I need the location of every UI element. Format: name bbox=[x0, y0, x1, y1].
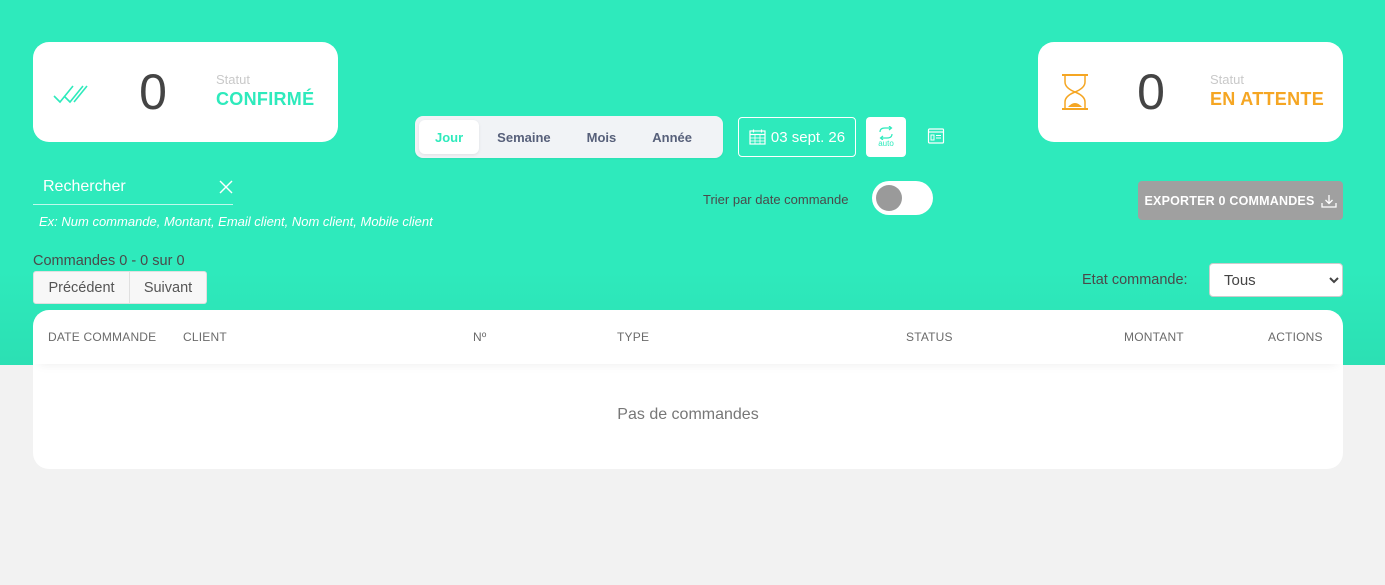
auto-refresh-label: auto bbox=[878, 139, 894, 148]
calendar-icon bbox=[749, 129, 766, 145]
column-type[interactable]: TYPE bbox=[617, 330, 649, 344]
column-number[interactable]: Nº bbox=[473, 330, 486, 344]
next-button[interactable]: Suivant bbox=[130, 271, 207, 304]
sort-by-date-label: Trier par date commande bbox=[703, 192, 849, 207]
date-picker-button[interactable]: 03 sept. 26 bbox=[738, 117, 856, 157]
column-status[interactable]: STATUS bbox=[906, 330, 953, 344]
orders-table: DATE COMMANDE CLIENT Nº TYPE STATUS MONT… bbox=[33, 310, 1343, 469]
column-actions: ACTIONS bbox=[1268, 330, 1323, 344]
period-year-button[interactable]: Année bbox=[634, 120, 710, 154]
pending-count: 0 bbox=[1137, 64, 1165, 120]
order-state-label: Etat commande: bbox=[1082, 272, 1188, 288]
confirmed-count: 0 bbox=[139, 64, 167, 120]
period-day-button[interactable]: Jour bbox=[419, 120, 480, 154]
empty-table-message: Pas de commandes bbox=[617, 406, 759, 423]
period-selector: Jour Semaine Mois Année bbox=[415, 116, 723, 158]
pending-stat-card: 0 Statut EN ATTENTE bbox=[1038, 42, 1343, 142]
column-client[interactable]: CLIENT bbox=[183, 330, 227, 344]
table-header: DATE COMMANDE CLIENT Nº TYPE STATUS MONT… bbox=[33, 310, 1343, 364]
double-check-icon bbox=[53, 85, 88, 104]
report-icon[interactable] bbox=[927, 127, 945, 145]
previous-button[interactable]: Précédent bbox=[33, 271, 130, 304]
search-box bbox=[33, 170, 233, 205]
confirmed-stat-card: 0 Statut CONFIRMÉ bbox=[33, 42, 338, 142]
export-label: EXPORTER 0 COMMANDES bbox=[1144, 193, 1315, 208]
hourglass-icon bbox=[1062, 74, 1088, 110]
auto-refresh-button[interactable]: auto bbox=[866, 117, 906, 157]
period-month-button[interactable]: Mois bbox=[569, 120, 635, 154]
period-week-button[interactable]: Semaine bbox=[479, 120, 568, 154]
close-icon[interactable] bbox=[219, 180, 233, 194]
sort-by-date-toggle[interactable] bbox=[872, 181, 933, 215]
search-hint: Ex: Num commande, Montant, Email client,… bbox=[39, 214, 433, 229]
toggle-knob bbox=[876, 185, 902, 211]
refresh-icon bbox=[879, 126, 893, 140]
confirmed-status-value: CONFIRMÉ bbox=[216, 89, 315, 109]
pending-status-label: Statut bbox=[1210, 72, 1244, 87]
download-icon bbox=[1320, 194, 1337, 208]
column-date[interactable]: DATE COMMANDE bbox=[48, 330, 156, 344]
search-input[interactable] bbox=[43, 176, 213, 198]
orders-count-summary: Commandes 0 - 0 sur 0 bbox=[33, 253, 185, 269]
pagination: Précédent Suivant bbox=[33, 271, 207, 304]
date-value: 03 sept. 26 bbox=[770, 128, 846, 146]
pending-status-value: EN ATTENTE bbox=[1210, 89, 1324, 109]
confirmed-status-label: Statut bbox=[216, 72, 250, 87]
export-orders-button[interactable]: EXPORTER 0 COMMANDES bbox=[1138, 181, 1343, 220]
column-amount[interactable]: MONTANT bbox=[1124, 330, 1184, 344]
order-state-select[interactable]: Tous bbox=[1209, 263, 1343, 297]
